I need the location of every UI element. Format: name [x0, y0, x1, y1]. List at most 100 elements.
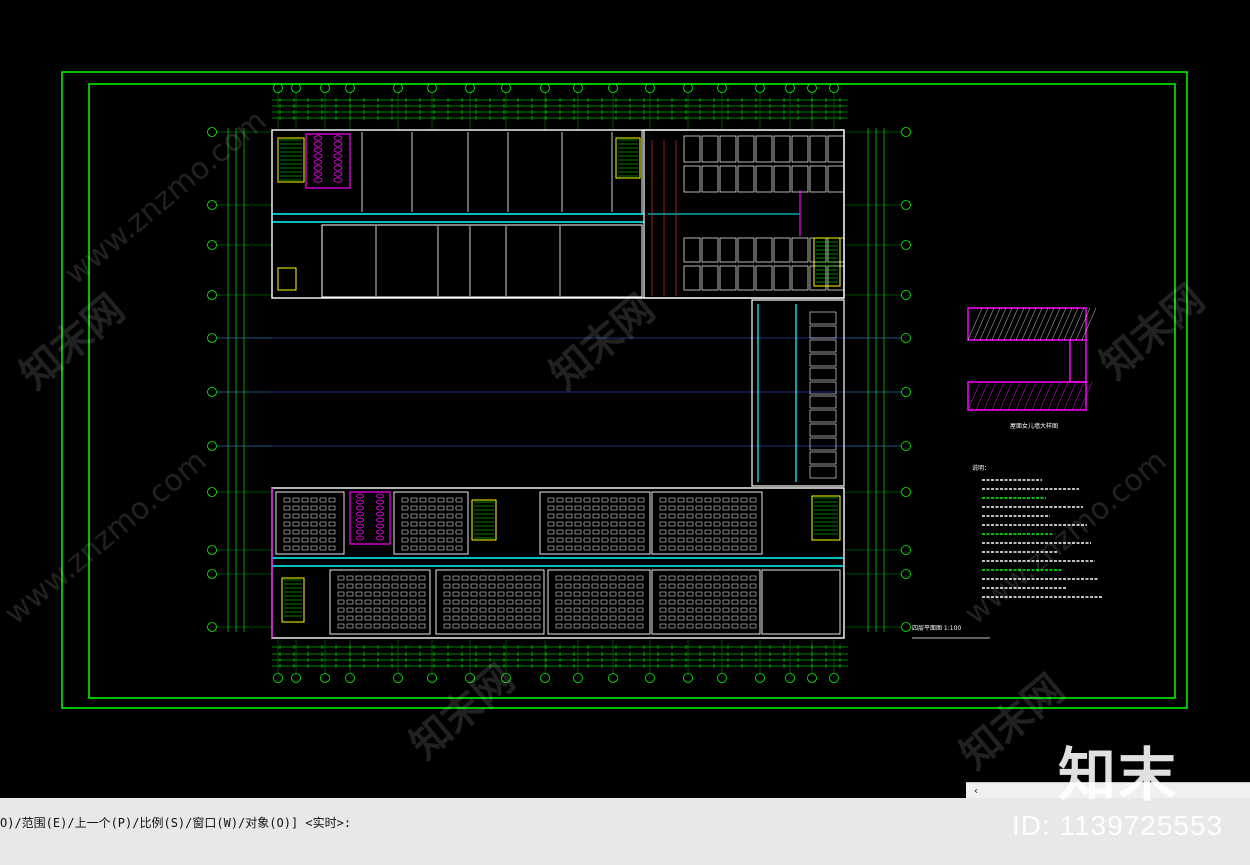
desk	[524, 623, 532, 629]
axis-bubble-top	[785, 83, 795, 93]
desk	[418, 615, 426, 621]
desk	[582, 591, 590, 597]
dorm-room	[701, 135, 719, 163]
desk	[555, 615, 563, 621]
axis-bubble-right	[901, 622, 911, 632]
desk	[731, 537, 739, 543]
desk	[713, 591, 721, 597]
desk	[609, 615, 617, 621]
toilet-fixture	[333, 135, 343, 141]
desk	[582, 607, 590, 613]
toilet-fixture	[376, 505, 384, 511]
desk	[337, 599, 345, 605]
desk	[740, 497, 748, 503]
desk	[686, 513, 694, 519]
desk	[591, 599, 599, 605]
desk	[686, 599, 694, 605]
dorm-room	[683, 265, 701, 291]
hatch-line	[979, 307, 995, 341]
desk	[409, 599, 417, 605]
desk	[382, 607, 390, 613]
desk	[583, 497, 591, 503]
desk	[470, 591, 478, 597]
desk	[470, 623, 478, 629]
hatch-line	[1081, 307, 1097, 341]
desk	[524, 591, 532, 597]
desk	[319, 497, 327, 503]
desk	[591, 575, 599, 581]
desk	[695, 521, 703, 527]
desk	[470, 583, 478, 589]
desk	[749, 583, 757, 589]
cad-drawing-canvas[interactable]: 屋面女儿墙大样图 说明： 四层平面图 1:100	[0, 0, 1250, 782]
desk	[713, 505, 721, 511]
desk	[564, 607, 572, 613]
desk	[573, 607, 581, 613]
desk	[428, 505, 436, 511]
desk	[609, 623, 617, 629]
desk	[601, 513, 609, 519]
desk	[524, 607, 532, 613]
desk	[574, 529, 582, 535]
desk	[677, 529, 685, 535]
desk	[677, 537, 685, 543]
desk	[328, 497, 336, 503]
desk	[401, 497, 409, 503]
desk	[400, 607, 408, 613]
desk	[547, 521, 555, 527]
desk	[391, 575, 399, 581]
desk	[677, 505, 685, 511]
desk	[600, 583, 608, 589]
desk	[592, 513, 600, 519]
toilet-block-magenta	[349, 491, 391, 545]
link-room	[809, 339, 837, 353]
desk	[686, 591, 694, 597]
dorm-room	[719, 265, 737, 291]
desk	[583, 545, 591, 551]
desk	[731, 591, 739, 597]
desk	[695, 599, 703, 605]
watermark-id: ID: 1139725553	[1012, 810, 1224, 841]
desk	[452, 607, 460, 613]
axis-bubble-right	[901, 333, 911, 343]
desk	[455, 497, 463, 503]
desk	[591, 607, 599, 613]
desk	[713, 513, 721, 519]
classroom	[547, 569, 651, 635]
desk	[636, 575, 644, 581]
desk	[722, 497, 730, 503]
axis-bubble-right	[901, 240, 911, 250]
hatch-line	[1009, 307, 1025, 341]
desk	[601, 529, 609, 535]
desk	[583, 529, 591, 535]
desk	[637, 497, 645, 503]
desk	[391, 599, 399, 605]
dorm-room	[755, 165, 773, 193]
desk	[292, 521, 300, 527]
scroll-left-arrow-icon[interactable]: ‹	[968, 783, 984, 798]
hatch-line	[1075, 307, 1091, 341]
desk	[749, 521, 757, 527]
desk	[556, 513, 564, 519]
desk	[609, 607, 617, 613]
toilet-fixture	[356, 499, 364, 505]
desk	[419, 537, 427, 543]
desk	[547, 529, 555, 535]
desk	[488, 583, 496, 589]
desk	[609, 599, 617, 605]
desk	[636, 591, 644, 597]
axis-bubble-bottom	[807, 673, 817, 683]
toilet-fixture	[333, 171, 343, 177]
desk	[506, 591, 514, 597]
desk	[618, 575, 626, 581]
desk	[637, 537, 645, 543]
desk	[364, 623, 372, 629]
desk	[583, 537, 591, 543]
dorm-room	[773, 265, 791, 291]
desk	[391, 615, 399, 621]
desk	[301, 521, 309, 527]
desk	[470, 607, 478, 613]
desk	[373, 599, 381, 605]
desk	[479, 583, 487, 589]
hatch-line	[983, 381, 997, 411]
